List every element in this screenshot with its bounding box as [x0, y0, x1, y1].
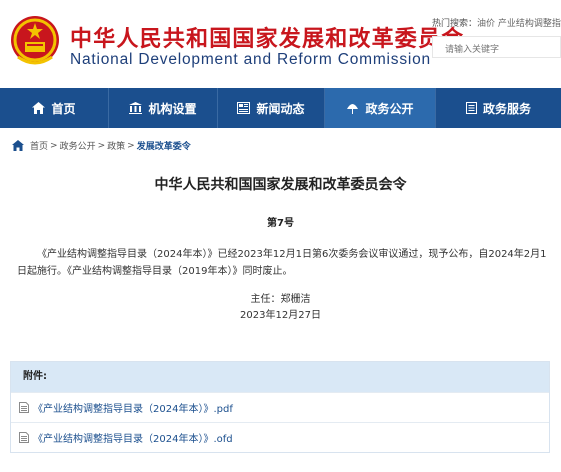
nav-item-label: 政务服务 — [482, 101, 531, 116]
nav-item-services[interactable]: 政务服务 — [436, 88, 561, 128]
document-title: 中华人民共和国国家发展和改革委员会令 — [154, 177, 407, 193]
nav-item-label: 机构设置 — [148, 101, 197, 116]
attachments-heading: 附件: — [11, 362, 549, 392]
attachment-link-pdf[interactable]: 《产业结构调整指导目录（2024年本）》.pdf — [11, 392, 549, 422]
breadcrumb-current[interactable]: 发展改革委令 — [137, 139, 191, 152]
hot-search-items[interactable]: 油价 产业结构调整指导 — [477, 19, 561, 29]
document-icon — [465, 102, 477, 114]
nav-item-public-affairs[interactable]: 政务公开 — [325, 88, 435, 128]
search-box[interactable] — [432, 36, 561, 60]
building-icon — [129, 102, 143, 114]
breadcrumb-home[interactable]: 首页 — [30, 139, 48, 152]
site-header: 中华人民共和国国家发展和改革委员会 National Development a… — [0, 0, 561, 88]
attachment-name: 《产业结构调整指导目录（2024年本）》.ofd — [33, 434, 233, 445]
attachment-link-ofd[interactable]: 《产业结构调整指导目录（2024年本）》.ofd — [11, 422, 549, 452]
document-date: 2023年12月27日 — [240, 310, 321, 321]
signer: 主任：郑栅洁 — [250, 294, 311, 305]
nav-item-home[interactable]: 首页 — [0, 88, 108, 128]
home-icon — [12, 140, 24, 151]
national-emblem-icon — [11, 16, 59, 65]
breadcrumb: 首页 > 政务公开 > 政策 > 发展改革委令 — [12, 139, 191, 152]
site-title-en: National Development and Reform Commissi… — [70, 51, 431, 68]
nav-item-news[interactable]: 新闻动态 — [218, 88, 324, 128]
newspaper-icon — [237, 102, 251, 114]
main-nav: 首页 机构设置 新闻动态 政务公开 政务服务 — [0, 88, 561, 128]
file-icon — [19, 432, 29, 443]
home-icon — [32, 102, 46, 114]
nav-item-organization[interactable]: 机构设置 — [109, 88, 217, 128]
file-icon — [19, 402, 29, 413]
breadcrumb-public-affairs[interactable]: 政务公开 — [60, 139, 96, 152]
nav-item-label: 首页 — [51, 101, 76, 116]
site-title-cn: 中华人民共和国国家发展和改革委员会 — [70, 27, 465, 52]
breadcrumb-policy[interactable]: 政策 — [107, 139, 125, 152]
document-number: 第7号 — [267, 218, 294, 229]
hot-search: 热门搜索：油价 产业结构调整指导 — [432, 16, 561, 29]
attachment-name: 《产业结构调整指导目录（2024年本）》.pdf — [33, 404, 233, 415]
attachments-panel: 附件: 《产业结构调整指导目录（2024年本）》.pdf 《产业结构调整指导目录… — [10, 361, 550, 453]
nav-item-label: 新闻动态 — [256, 101, 305, 116]
signature-block: 主任：郑栅洁 2023年12月27日 — [0, 292, 561, 324]
globe-icon — [346, 102, 359, 114]
search-input[interactable] — [433, 40, 560, 60]
nav-item-label: 政务公开 — [365, 101, 414, 116]
hot-search-label: 热门搜索： — [432, 19, 478, 29]
document-body: 《产业结构调整指导目录（2024年本）》已经2023年12月1日第6次委务会议审… — [17, 249, 547, 277]
